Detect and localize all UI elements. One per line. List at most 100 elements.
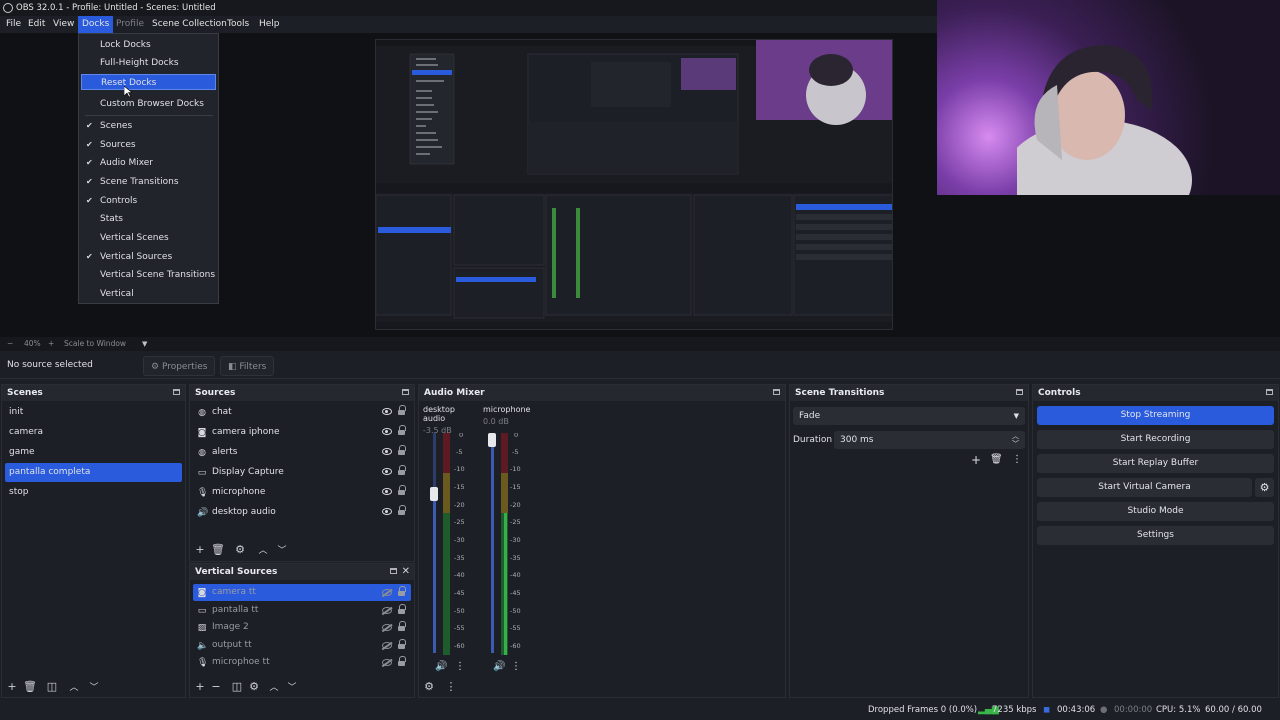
- hidden-eye-icon[interactable]: [382, 607, 392, 614]
- scene-item[interactable]: game: [5, 443, 182, 462]
- properties-button[interactable]: ⚙ Properties: [143, 356, 216, 376]
- menu-file[interactable]: File: [2, 16, 25, 33]
- menu-item-vertical-sources[interactable]: ✔ Vertical Sources: [81, 249, 216, 265]
- source-item[interactable]: 🎙 microphone: [193, 483, 411, 502]
- visibility-eye-icon[interactable]: [382, 448, 392, 455]
- speaker-icon[interactable]: 🔊: [435, 661, 447, 672]
- source-item[interactable]: ◍ alerts: [193, 443, 411, 462]
- chevron-down-icon[interactable]: ▼: [142, 337, 147, 351]
- studio-mode-button[interactable]: Studio Mode: [1037, 502, 1274, 521]
- gear-icon[interactable]: ⚙: [233, 543, 247, 556]
- volume-fader-handle[interactable]: [488, 433, 496, 447]
- lock-icon[interactable]: [398, 656, 406, 667]
- lock-icon[interactable]: [398, 621, 406, 632]
- visibility-eye-icon[interactable]: [382, 488, 392, 495]
- menu-item-scene-transitions[interactable]: ✔ Scene Transitions: [81, 174, 216, 190]
- more-options-icon[interactable]: ⋮: [1012, 454, 1022, 465]
- menu-item-reset-docks[interactable]: Reset Docks: [81, 74, 216, 90]
- visibility-eye-icon[interactable]: [382, 508, 392, 515]
- more-options-icon[interactable]: ⋮: [511, 661, 521, 672]
- hidden-eye-icon[interactable]: [382, 624, 392, 631]
- lock-icon[interactable]: [398, 425, 406, 436]
- hidden-eye-icon[interactable]: [382, 642, 392, 649]
- source-item[interactable]: ◍ chat: [193, 403, 411, 422]
- vertical-source-item[interactable]: ◙ camera tt: [193, 584, 411, 601]
- move-up-button[interactable]: ︿: [256, 543, 270, 556]
- trash-icon[interactable]: 🗑: [23, 680, 37, 693]
- stop-streaming-button[interactable]: Stop Streaming: [1037, 406, 1274, 425]
- scene-filters-button[interactable]: ◫: [45, 680, 59, 693]
- filters-icon[interactable]: ◫: [230, 680, 244, 693]
- transition-select[interactable]: Fade ▼: [793, 407, 1025, 425]
- lock-icon[interactable]: [398, 465, 406, 476]
- start-recording-button[interactable]: Start Recording: [1037, 430, 1274, 449]
- filters-button[interactable]: ◧ Filters: [220, 356, 275, 376]
- float-dock-icon[interactable]: [390, 568, 397, 574]
- menu-item-vertical-scene-transitions[interactable]: Vertical Scene Transitions: [81, 267, 216, 283]
- source-item[interactable]: ▭ Display Capture: [193, 463, 411, 482]
- start-virtual-camera-button[interactable]: Start Virtual Camera: [1037, 478, 1252, 497]
- lock-icon[interactable]: [398, 485, 406, 496]
- float-dock-icon[interactable]: [1266, 389, 1273, 395]
- menu-help[interactable]: Help: [255, 16, 284, 33]
- more-options-icon[interactable]: ⋮: [444, 680, 458, 693]
- scene-item[interactable]: camera: [5, 423, 182, 442]
- chevron-down-icon[interactable]: ﹀: [1012, 435, 1019, 453]
- move-down-button[interactable]: ﹀: [275, 543, 289, 556]
- virtual-camera-settings-gear-icon[interactable]: ⚙: [1255, 478, 1274, 497]
- float-dock-icon[interactable]: [173, 389, 180, 395]
- remove-source-button[interactable]: −: [209, 680, 223, 693]
- lock-icon[interactable]: [398, 505, 406, 516]
- vertical-source-item[interactable]: ▨ Image 2: [193, 619, 411, 636]
- lock-icon[interactable]: [398, 604, 406, 615]
- scene-item[interactable]: stop: [5, 483, 182, 502]
- vertical-source-item[interactable]: 🎙 microphoe tt: [193, 654, 411, 671]
- menu-view[interactable]: View: [49, 16, 78, 33]
- add-source-button[interactable]: +: [193, 680, 207, 693]
- volume-fader-handle[interactable]: [430, 487, 438, 501]
- zoom-in-button[interactable]: +: [48, 337, 54, 351]
- menu-item-custom-browser-docks[interactable]: Custom Browser Docks: [81, 96, 216, 112]
- trash-icon[interactable]: 🗑: [990, 454, 1003, 465]
- duration-spinbox[interactable]: 300 ms ︿ ﹀: [834, 431, 1025, 449]
- menu-profile[interactable]: Profile: [112, 16, 148, 33]
- speaker-icon[interactable]: 🔊: [493, 661, 505, 672]
- advanced-audio-icon[interactable]: ⚙: [422, 680, 436, 693]
- zoom-out-button[interactable]: −: [7, 337, 13, 351]
- more-options-icon[interactable]: ⋮: [455, 661, 465, 672]
- menu-item-audio-mixer[interactable]: ✔ Audio Mixer: [81, 155, 216, 171]
- move-down-button[interactable]: ﹀: [87, 680, 101, 693]
- move-down-button[interactable]: ﹀: [285, 680, 299, 693]
- menu-edit[interactable]: Edit: [24, 16, 49, 33]
- float-dock-icon[interactable]: [1016, 389, 1023, 395]
- add-source-button[interactable]: +: [193, 543, 207, 556]
- move-up-button[interactable]: ︿: [267, 680, 281, 693]
- menu-item-sources[interactable]: ✔ Sources: [81, 137, 216, 153]
- move-up-button[interactable]: ︿: [67, 680, 81, 693]
- menu-item-lock-docks[interactable]: Lock Docks: [81, 37, 216, 53]
- menu-scene-collection[interactable]: Scene Collection: [148, 16, 231, 33]
- scene-item-selected[interactable]: pantalla completa: [5, 463, 182, 482]
- channel-meter[interactable]: 0 -5 -10 -15 -20 -25 -30 -35 -40 -45 -50 -55 -60: [483, 433, 539, 663]
- menu-docks[interactable]: Docks: [78, 16, 114, 33]
- visibility-eye-icon[interactable]: [382, 468, 392, 475]
- menu-tools[interactable]: Tools: [223, 16, 253, 33]
- source-item[interactable]: ◙ camera iphone: [193, 423, 411, 442]
- close-icon[interactable]: ✕: [402, 564, 410, 580]
- vertical-source-item[interactable]: ▭ pantalla tt: [193, 602, 411, 619]
- vertical-source-item[interactable]: 🔈 output tt: [193, 637, 411, 654]
- float-dock-icon[interactable]: [773, 389, 780, 395]
- visibility-eye-icon[interactable]: [382, 428, 392, 435]
- menu-item-full-height-docks[interactable]: Full-Height Docks: [81, 55, 216, 71]
- settings-button[interactable]: Settings: [1037, 526, 1274, 545]
- menu-item-vertical[interactable]: Vertical: [81, 286, 216, 302]
- scale-mode[interactable]: Scale to Window: [64, 337, 126, 351]
- visibility-eye-icon[interactable]: [382, 408, 392, 415]
- add-transition-button[interactable]: +: [971, 453, 981, 467]
- menu-item-vertical-scenes[interactable]: Vertical Scenes: [81, 230, 216, 246]
- menu-item-controls[interactable]: ✔ Controls: [81, 193, 216, 209]
- lock-icon[interactable]: [398, 586, 406, 597]
- hidden-eye-icon[interactable]: [382, 589, 392, 596]
- hidden-eye-icon[interactable]: [382, 659, 392, 666]
- add-scene-button[interactable]: +: [5, 680, 19, 693]
